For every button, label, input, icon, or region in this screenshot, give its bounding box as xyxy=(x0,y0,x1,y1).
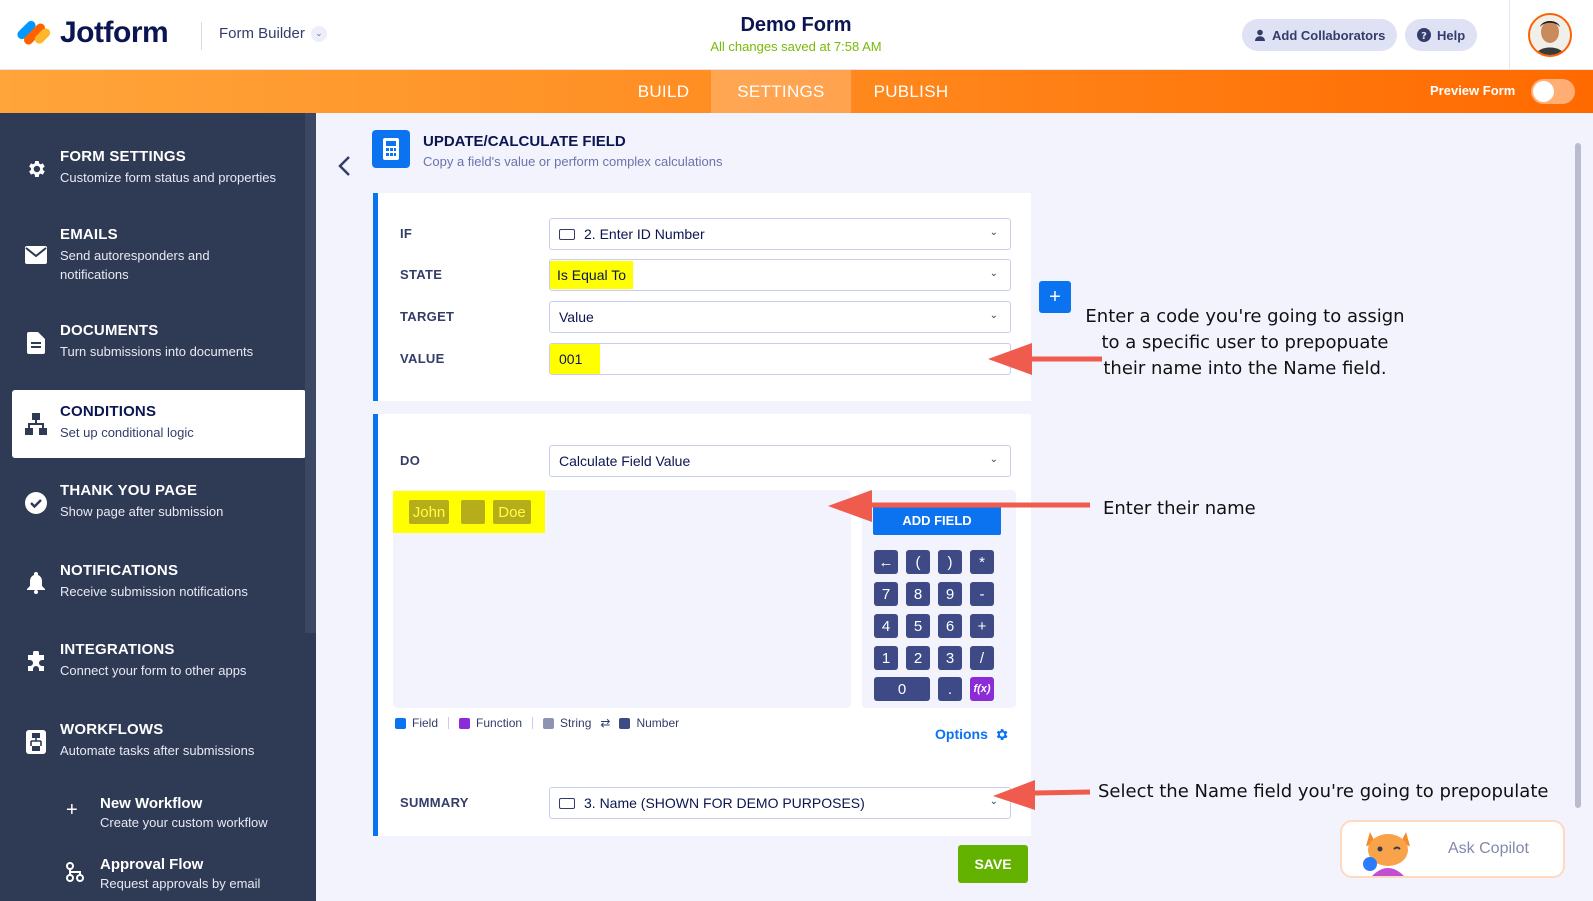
annotation-arrows xyxy=(828,343,1102,810)
ask-copilot-button[interactable]: Ask Copilot xyxy=(1340,820,1565,878)
arrow-to-summary xyxy=(993,780,1091,810)
main-scrollbar[interactable] xyxy=(1570,113,1593,901)
arrow-to-value xyxy=(988,343,1102,375)
ask-copilot-label: Ask Copilot xyxy=(1448,840,1529,857)
arrow-to-tokens xyxy=(828,490,1090,522)
copilot-cat-icon xyxy=(1363,832,1410,876)
scrollbar-thumb[interactable] xyxy=(1575,143,1581,808)
